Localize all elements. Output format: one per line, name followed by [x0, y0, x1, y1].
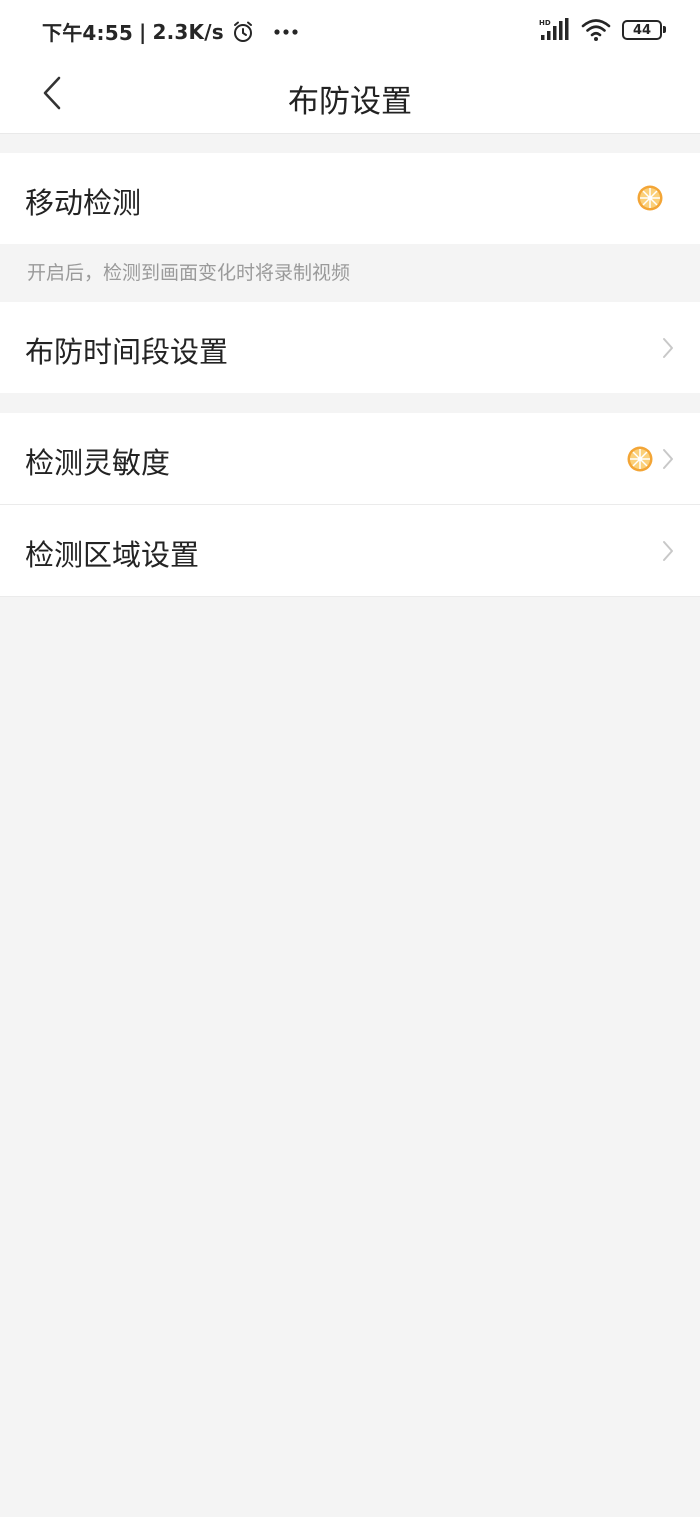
status-time: 下午4:55 — [42, 21, 133, 45]
detection-sensitivity-right — [626, 445, 674, 473]
motion-detection-row[interactable]: 移动检测 — [0, 153, 700, 244]
orange-slice-icon — [626, 445, 654, 473]
motion-detection-label: 移动检测 — [25, 186, 142, 220]
motion-detection-hint: 开启后，检测到画面变化时将录制视频 — [27, 262, 351, 284]
detection-sensitivity-row[interactable]: 检测灵敏度 — [0, 413, 700, 504]
status-left-group: 下午4:55 | 2.3K/s — [42, 17, 299, 46]
status-bar: 下午4:55 | 2.3K/s HD 44 — [0, 0, 700, 62]
chevron-right-icon — [662, 337, 674, 359]
arming-schedule-row[interactable]: 布防时间段设置 — [0, 302, 700, 393]
arming-schedule-right — [662, 337, 674, 359]
detection-sensitivity-label: 检测灵敏度 — [25, 446, 171, 480]
chevron-right-icon — [662, 540, 674, 562]
detection-area-label: 检测区域设置 — [25, 538, 200, 572]
detection-area-right — [662, 540, 674, 562]
alarm-clock-icon — [231, 20, 255, 44]
hd-label: HD — [539, 19, 551, 27]
battery-icon: 44 — [622, 20, 666, 40]
page-title: 布防设置 — [288, 84, 412, 120]
status-right-group: HD 44 — [539, 18, 666, 42]
chevron-right-icon — [662, 448, 674, 470]
detection-area-row[interactable]: 检测区域设置 — [0, 505, 700, 596]
arming-schedule-label: 布防时间段设置 — [25, 335, 229, 369]
hd-signal-icon: HD — [539, 18, 569, 42]
status-separator: | — [138, 19, 147, 44]
row-divider — [0, 596, 700, 597]
wifi-icon — [581, 18, 611, 42]
motion-detection-status — [636, 184, 664, 212]
navigation-bar: 布防设置 — [0, 62, 700, 134]
network-speed: 2.3K/s — [152, 19, 224, 44]
more-dots-icon — [273, 28, 299, 36]
orange-slice-icon — [636, 184, 664, 212]
battery-level: 44 — [632, 22, 652, 38]
